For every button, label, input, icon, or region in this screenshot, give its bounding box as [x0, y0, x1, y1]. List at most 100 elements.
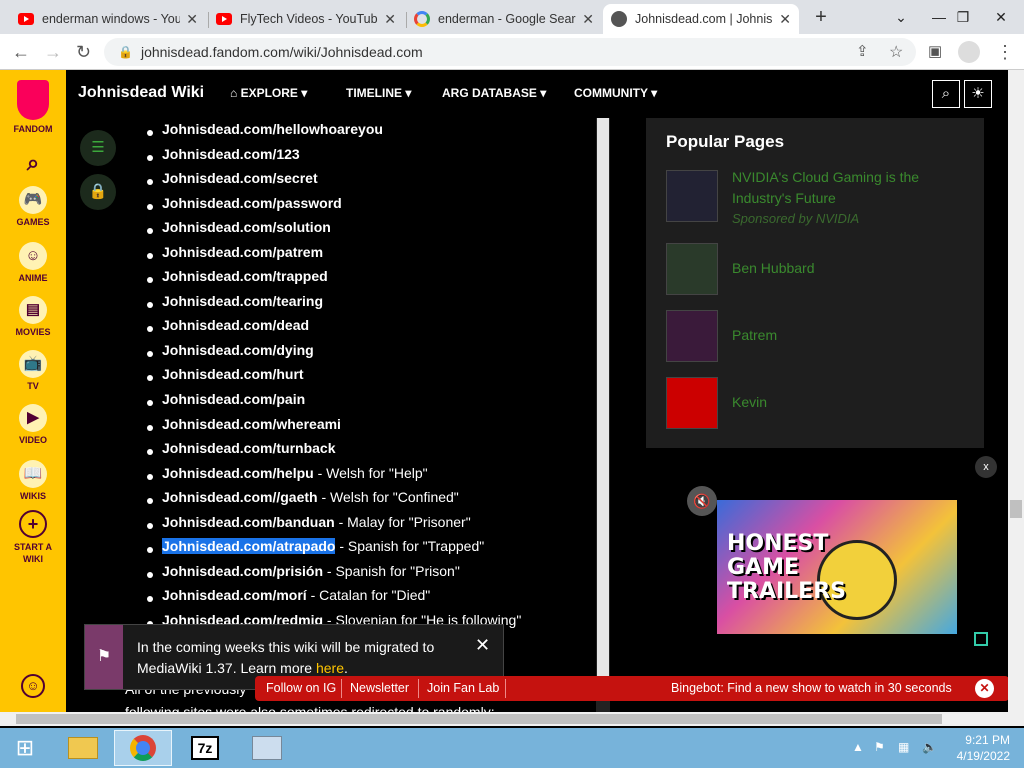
- side-panel-icon[interactable]: ▣: [928, 42, 942, 60]
- network-icon[interactable]: ▦: [898, 740, 909, 754]
- link[interactable]: Johnisdead.com/turnback: [162, 440, 335, 456]
- close-tab-icon[interactable]: ✕: [779, 11, 791, 28]
- link[interactable]: Johnisdead.com/secret: [162, 170, 318, 186]
- popular-item-title[interactable]: Patrem: [732, 325, 777, 346]
- nav-label: EXPLORE: [240, 86, 298, 100]
- bookmark-star-icon[interactable]: ☆: [889, 42, 903, 62]
- link[interactable]: Johnisdead.com/tearing: [162, 293, 323, 309]
- nav-movies[interactable]: ▤ MOVIES: [0, 296, 66, 337]
- video-player[interactable]: x HONEST GAME TRAILERS 🔇: [677, 448, 1000, 678]
- link[interactable]: Johnisdead.com/123: [162, 146, 300, 162]
- video-thumbnail[interactable]: HONEST GAME TRAILERS: [717, 500, 957, 634]
- tab-3[interactable]: enderman - Google Sear ✕: [406, 4, 602, 34]
- back-icon[interactable]: ←: [12, 42, 30, 63]
- popular-item-title[interactable]: NVIDIA's Cloud Gaming is the Industry's …: [732, 167, 962, 209]
- thumbnail-image[interactable]: [666, 310, 718, 362]
- list-item: Johnisdead.com/banduan - Malay for "Pris…: [66, 514, 596, 539]
- close-window-button[interactable]: ✕: [978, 0, 1024, 34]
- nav-video[interactable]: ▶ VIDEO: [0, 404, 66, 445]
- close-tab-icon[interactable]: ✕: [186, 11, 198, 28]
- list-item: Johnisdead.com/secret: [66, 170, 596, 195]
- link[interactable]: Johnisdead.com/prisión: [162, 563, 323, 579]
- link[interactable]: Johnisdead.com/hurt: [162, 366, 304, 382]
- link[interactable]: Johnisdead.com/trapped: [162, 268, 328, 284]
- thumbnail-image[interactable]: [666, 243, 718, 295]
- link[interactable]: Johnisdead.com/morí: [162, 587, 307, 603]
- search-button[interactable]: ⌕: [0, 150, 66, 176]
- page-scrollbar-thumb[interactable]: [1010, 500, 1022, 518]
- nav-games[interactable]: 🎮 GAMES: [0, 186, 66, 227]
- horizontal-scrollbar-thumb[interactable]: [16, 714, 942, 724]
- nav-start-a-wiki[interactable]: + START A WIKI: [0, 510, 66, 565]
- content-scrollbar-thumb[interactable]: [597, 118, 609, 678]
- fan-lab-link[interactable]: Join Fan Lab: [427, 681, 499, 695]
- theme-toggle-icon[interactable]: ☀: [964, 80, 992, 108]
- protection-button[interactable]: 🔒: [80, 174, 116, 210]
- close-tab-icon[interactable]: ✕: [582, 11, 594, 28]
- toc-button[interactable]: ☰: [80, 130, 116, 166]
- nav-timeline[interactable]: TIMELINE ▾: [346, 86, 411, 100]
- fandom-logo[interactable]: FANDOM: [0, 80, 66, 134]
- bingebot-promo[interactable]: Bingebot: Find a new show to watch in 30…: [671, 681, 952, 695]
- forward-icon[interactable]: →: [44, 42, 62, 63]
- close-notice-icon[interactable]: ✕: [475, 635, 490, 656]
- share-icon[interactable]: ⇪: [856, 42, 869, 60]
- newsletter-link[interactable]: Newsletter: [350, 681, 409, 695]
- chrome-button[interactable]: [114, 730, 172, 766]
- link[interactable]: Johnisdead.com/helpu: [162, 465, 314, 481]
- clock-date: 4/19/2022: [956, 749, 1010, 763]
- link[interactable]: Johnisdead.com/banduan: [162, 514, 335, 530]
- link[interactable]: Johnisdead.com/patrem: [162, 244, 323, 260]
- thumbnail-image[interactable]: [666, 170, 718, 222]
- learn-more-link[interactable]: here: [316, 660, 344, 676]
- wiki-title[interactable]: Johnisdead Wiki: [78, 84, 204, 102]
- tab-1[interactable]: enderman windows - You ✕: [10, 4, 206, 34]
- search-icon[interactable]: ⌕: [932, 80, 960, 108]
- link[interactable]: Johnisdead.com/whereami: [162, 416, 341, 432]
- close-video-icon[interactable]: x: [975, 456, 997, 478]
- link[interactable]: Johnisdead.com/dying: [162, 342, 314, 358]
- tab-4-active[interactable]: Johnisdead.com | Johnis ✕: [603, 4, 799, 34]
- app-button[interactable]: [238, 730, 296, 766]
- account-button[interactable]: ☺: [0, 674, 66, 701]
- nav-explore[interactable]: ⌂ EXPLORE ▾: [230, 86, 307, 100]
- popular-item-title[interactable]: Ben Hubbard: [732, 258, 815, 279]
- system-clock[interactable]: 9:21 PM 4/19/2022: [940, 732, 1010, 764]
- link[interactable]: Johnisdead.com/dead: [162, 317, 309, 333]
- 7zip-button[interactable]: 7z: [176, 730, 234, 766]
- link-selected[interactable]: Johnisdead.com/atrapado: [162, 538, 336, 555]
- flag-tray-icon[interactable]: ⚑: [874, 740, 885, 754]
- nav-arg-database[interactable]: ARG DATABASE ▾: [442, 86, 546, 100]
- nav-tv[interactable]: 📺 TV: [0, 350, 66, 391]
- follow-ig-link[interactable]: Follow on IG: [266, 681, 336, 695]
- profile-avatar[interactable]: [958, 41, 980, 63]
- popular-item-title[interactable]: Kevin: [732, 392, 767, 413]
- nav-wikis[interactable]: 📖 WIKIS: [0, 460, 66, 501]
- list-item: Johnisdead.com/dying: [66, 342, 596, 367]
- link[interactable]: Johnisdead.com/solution: [162, 219, 331, 235]
- volume-icon[interactable]: 🔈: [922, 740, 937, 754]
- tray-expand-icon[interactable]: ▲: [852, 740, 864, 754]
- link[interactable]: Johnisdead.com/pain: [162, 391, 305, 407]
- menu-kebab-icon[interactable]: ⋮: [996, 42, 1014, 63]
- link[interactable]: Johnisdead.com/password: [162, 195, 342, 211]
- mute-icon[interactable]: 🔇: [687, 486, 717, 516]
- wikis-icon: 📖: [19, 460, 47, 488]
- link[interactable]: Johnisdead.com/hellowhoareyou: [162, 121, 383, 137]
- address-bar[interactable]: 🔒 johnisdead.fandom.com/wiki/Johnisdead.…: [104, 38, 916, 66]
- start-button[interactable]: ⊞: [0, 730, 50, 766]
- file-explorer-button[interactable]: [54, 730, 112, 766]
- reload-icon[interactable]: ↻: [76, 42, 91, 63]
- thumbnail-image[interactable]: [666, 377, 718, 429]
- tab-2[interactable]: FlyTech Videos - YouTube ✕: [208, 4, 404, 34]
- link[interactable]: Johnisdead.com//gaeth: [162, 489, 318, 505]
- article-content: Johnisdead.com/hellowhoareyou Johnisdead…: [66, 118, 596, 712]
- close-tab-icon[interactable]: ✕: [384, 11, 396, 28]
- nav-community[interactable]: COMMUNITY ▾: [574, 86, 657, 100]
- new-tab-button[interactable]: +: [808, 6, 834, 28]
- chrome-icon: [130, 735, 156, 761]
- list-item: Johnisdead.com/tearing: [66, 293, 596, 318]
- page-vertical-scrollbar[interactable]: [1008, 70, 1024, 712]
- nav-anime[interactable]: ☺ ANIME: [0, 242, 66, 283]
- close-bar-icon[interactable]: ✕: [975, 679, 994, 698]
